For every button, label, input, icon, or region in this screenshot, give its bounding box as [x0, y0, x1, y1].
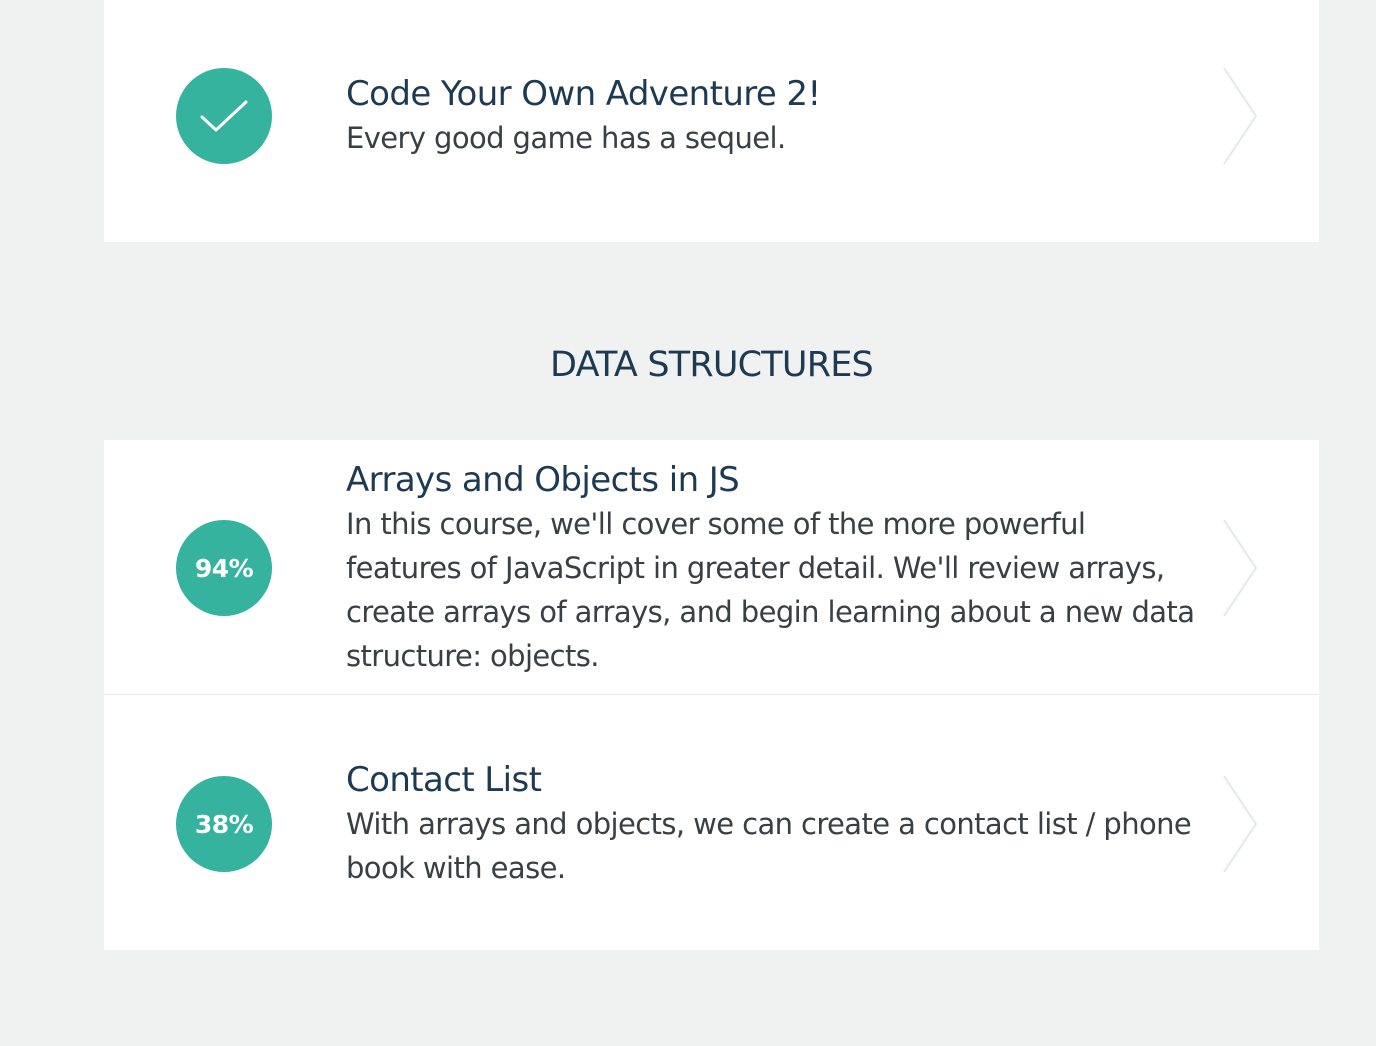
course-description: With arrays and objects, we can create a…: [346, 807, 1192, 885]
checkmark-icon: [200, 100, 248, 132]
course-title: Contact List: [346, 760, 542, 800]
course-text: Arrays and Objects in JS In this course,…: [346, 458, 1196, 678]
course-item-contact-list[interactable]: 38% Contact List With arrays and objects…: [104, 695, 1319, 950]
course-description: Every good game has a sequel.: [346, 121, 786, 155]
chevron-right-icon[interactable]: [1220, 774, 1260, 874]
course-description: In this course, we'll cover some of the …: [346, 507, 1195, 673]
completed-badge: [176, 68, 272, 164]
course-card-completed: Code Your Own Adventure 2! Every good ga…: [104, 0, 1319, 242]
progress-label: 38%: [194, 809, 254, 839]
course-text: Code Your Own Adventure 2! Every good ga…: [346, 72, 1196, 160]
chevron-right-icon[interactable]: [1220, 66, 1260, 166]
progress-badge: 94%: [176, 520, 272, 616]
course-item-code-your-own-adventure-2[interactable]: Code Your Own Adventure 2! Every good ga…: [104, 0, 1319, 242]
chevron-right-icon[interactable]: [1220, 518, 1260, 618]
section-heading: DATA STRUCTURES: [550, 345, 874, 385]
course-list-page: Code Your Own Adventure 2! Every good ga…: [0, 0, 1376, 1046]
course-title: Arrays and Objects in JS: [346, 460, 740, 500]
progress-badge: 38%: [176, 776, 272, 872]
progress-label: 94%: [194, 553, 254, 583]
course-text: Contact List With arrays and objects, we…: [346, 758, 1196, 890]
course-title: Code Your Own Adventure 2!: [346, 74, 821, 114]
section-course-list: 94% Arrays and Objects in JS In this cou…: [104, 440, 1319, 950]
course-item-arrays-and-objects[interactable]: 94% Arrays and Objects in JS In this cou…: [104, 440, 1319, 694]
